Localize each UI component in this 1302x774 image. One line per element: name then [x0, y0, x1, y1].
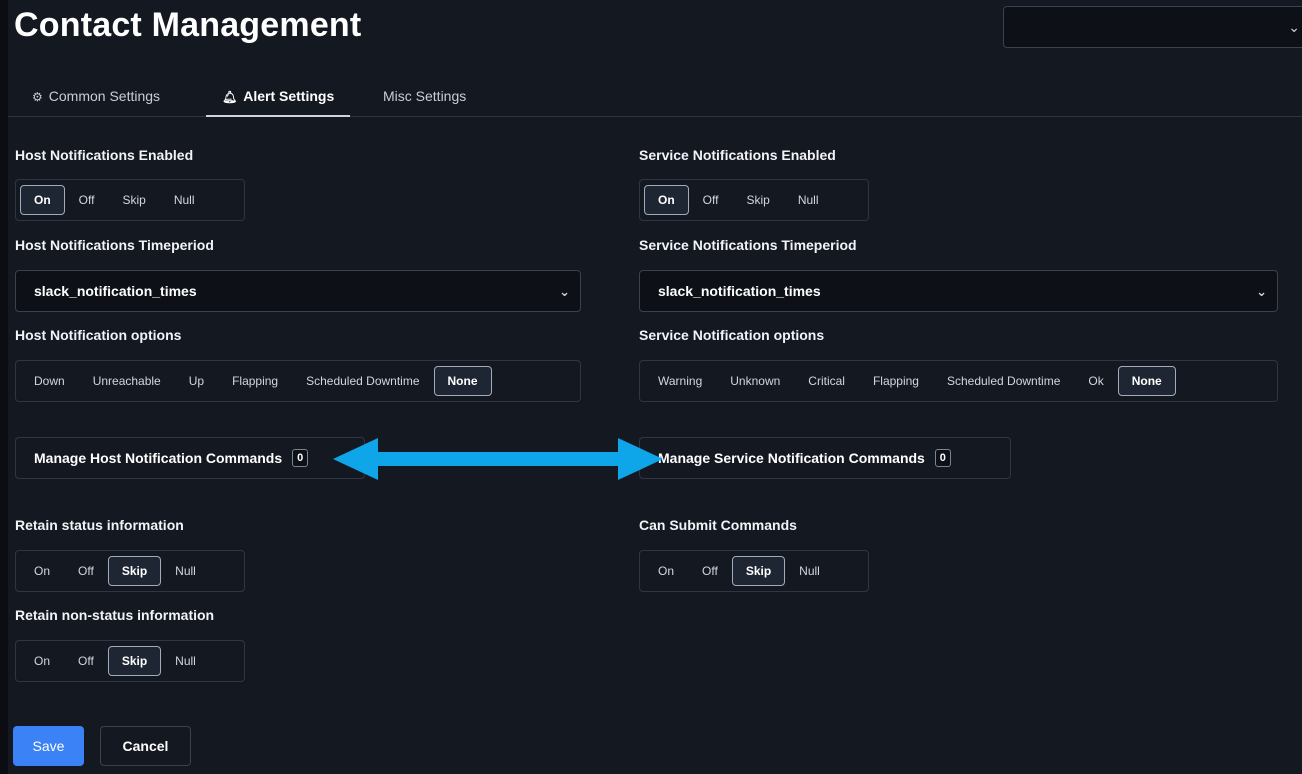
service-notifications-timeperiod-label: Service Notifications Timeperiod [639, 237, 857, 253]
option-critical[interactable]: Critical [794, 366, 859, 396]
option-scheduled-downtime[interactable]: Scheduled Downtime [933, 366, 1074, 396]
host-notification-options-group: Down Unreachable Up Flapping Scheduled Downt… [15, 360, 581, 402]
option-null[interactable]: Null [784, 185, 833, 215]
page: Contact Management ⌄ ⚙ Common Settings 🔔︎… [8, 0, 1302, 774]
top-right-select[interactable]: ⌄ [1003, 6, 1302, 48]
service-notifications-timeperiod-select[interactable]: slack_notification_times ⌄ [639, 270, 1278, 312]
host-notification-options-label: Host Notification options [15, 327, 182, 343]
chevron-down-icon: ⌄ [1256, 284, 1267, 299]
manage-host-notification-commands-button[interactable]: Manage Host Notification Commands 0 [15, 437, 365, 479]
option-off[interactable]: Off [64, 646, 108, 676]
option-off[interactable]: Off [688, 556, 732, 586]
retain-nonstatus-label: Retain non-status information [15, 607, 215, 623]
service-notifications-enabled-group: On Off Skip Null [639, 179, 869, 221]
save-button[interactable]: Save [13, 726, 84, 766]
option-unreachable[interactable]: Unreachable [79, 366, 175, 396]
double-arrow-annotation [333, 438, 663, 480]
option-off[interactable]: Off [65, 185, 109, 215]
option-warning[interactable]: Warning [644, 366, 716, 396]
option-on[interactable]: On [20, 556, 64, 586]
option-off[interactable]: Off [64, 556, 108, 586]
cancel-button[interactable]: Cancel [100, 726, 191, 766]
host-notifications-timeperiod-label: Host Notifications Timeperiod [15, 237, 214, 253]
option-scheduled-downtime[interactable]: Scheduled Downtime [292, 366, 433, 396]
service-notifications-enabled-label: Service Notifications Enabled [639, 147, 836, 163]
option-null[interactable]: Null [785, 556, 834, 586]
option-on[interactable]: On [644, 556, 688, 586]
option-off[interactable]: Off [689, 185, 733, 215]
option-skip[interactable]: Skip [731, 556, 786, 586]
gear-icon: ⚙ [32, 90, 43, 104]
service-notification-options-group: Warning Unknown Critical Flapping Scheduled … [639, 360, 1278, 402]
option-null[interactable]: Null [161, 556, 210, 586]
service-notification-options-label: Service Notification options [639, 327, 825, 343]
option-skip[interactable]: Skip [732, 185, 783, 215]
host-notifications-enabled-label: Host Notifications Enabled [15, 147, 194, 163]
tab-alert-settings[interactable]: 🔔︎ Alert Settings [206, 76, 351, 117]
retain-nonstatus-group: On Off Skip Null [15, 640, 245, 682]
option-up[interactable]: Up [175, 366, 218, 396]
chevron-down-icon: ⌄ [1288, 19, 1300, 35]
option-skip[interactable]: Skip [107, 646, 162, 676]
page-title: Contact Management [14, 6, 362, 44]
host-notifications-timeperiod-select[interactable]: slack_notification_times ⌄ [15, 270, 581, 312]
count-badge: 0 [934, 449, 951, 467]
bell-icon: 🔔︎ [222, 90, 238, 104]
option-on[interactable]: On [20, 185, 65, 215]
option-unknown[interactable]: Unknown [716, 366, 794, 396]
option-on[interactable]: On [20, 646, 64, 676]
option-down[interactable]: Down [20, 366, 79, 396]
option-null[interactable]: Null [161, 646, 210, 676]
option-none[interactable]: None [433, 366, 492, 396]
retain-status-group: On Off Skip Null [15, 550, 245, 592]
option-flapping[interactable]: Flapping [218, 366, 292, 396]
option-flapping[interactable]: Flapping [859, 366, 933, 396]
can-submit-commands-group: On Off Skip Null [639, 550, 869, 592]
option-skip[interactable]: Skip [107, 556, 162, 586]
chevron-down-icon: ⌄ [559, 284, 570, 299]
option-skip[interactable]: Skip [108, 185, 159, 215]
tab-common-settings[interactable]: ⚙ Common Settings [32, 76, 160, 117]
host-notifications-enabled-group: On Off Skip Null [15, 179, 245, 221]
option-null[interactable]: Null [160, 185, 209, 215]
count-badge: 0 [292, 449, 309, 467]
option-ok[interactable]: Ok [1074, 366, 1117, 396]
manage-service-notification-commands-button[interactable]: Manage Service Notification Commands 0 [639, 437, 1011, 479]
retain-status-label: Retain status information [15, 517, 184, 533]
option-on[interactable]: On [644, 185, 689, 215]
tab-bar: ⚙ Common Settings 🔔︎ Alert Settings Misc S… [8, 76, 1302, 117]
option-none[interactable]: None [1117, 366, 1176, 396]
can-submit-commands-label: Can Submit Commands [639, 517, 797, 533]
tab-misc-settings[interactable]: Misc Settings [383, 76, 466, 117]
